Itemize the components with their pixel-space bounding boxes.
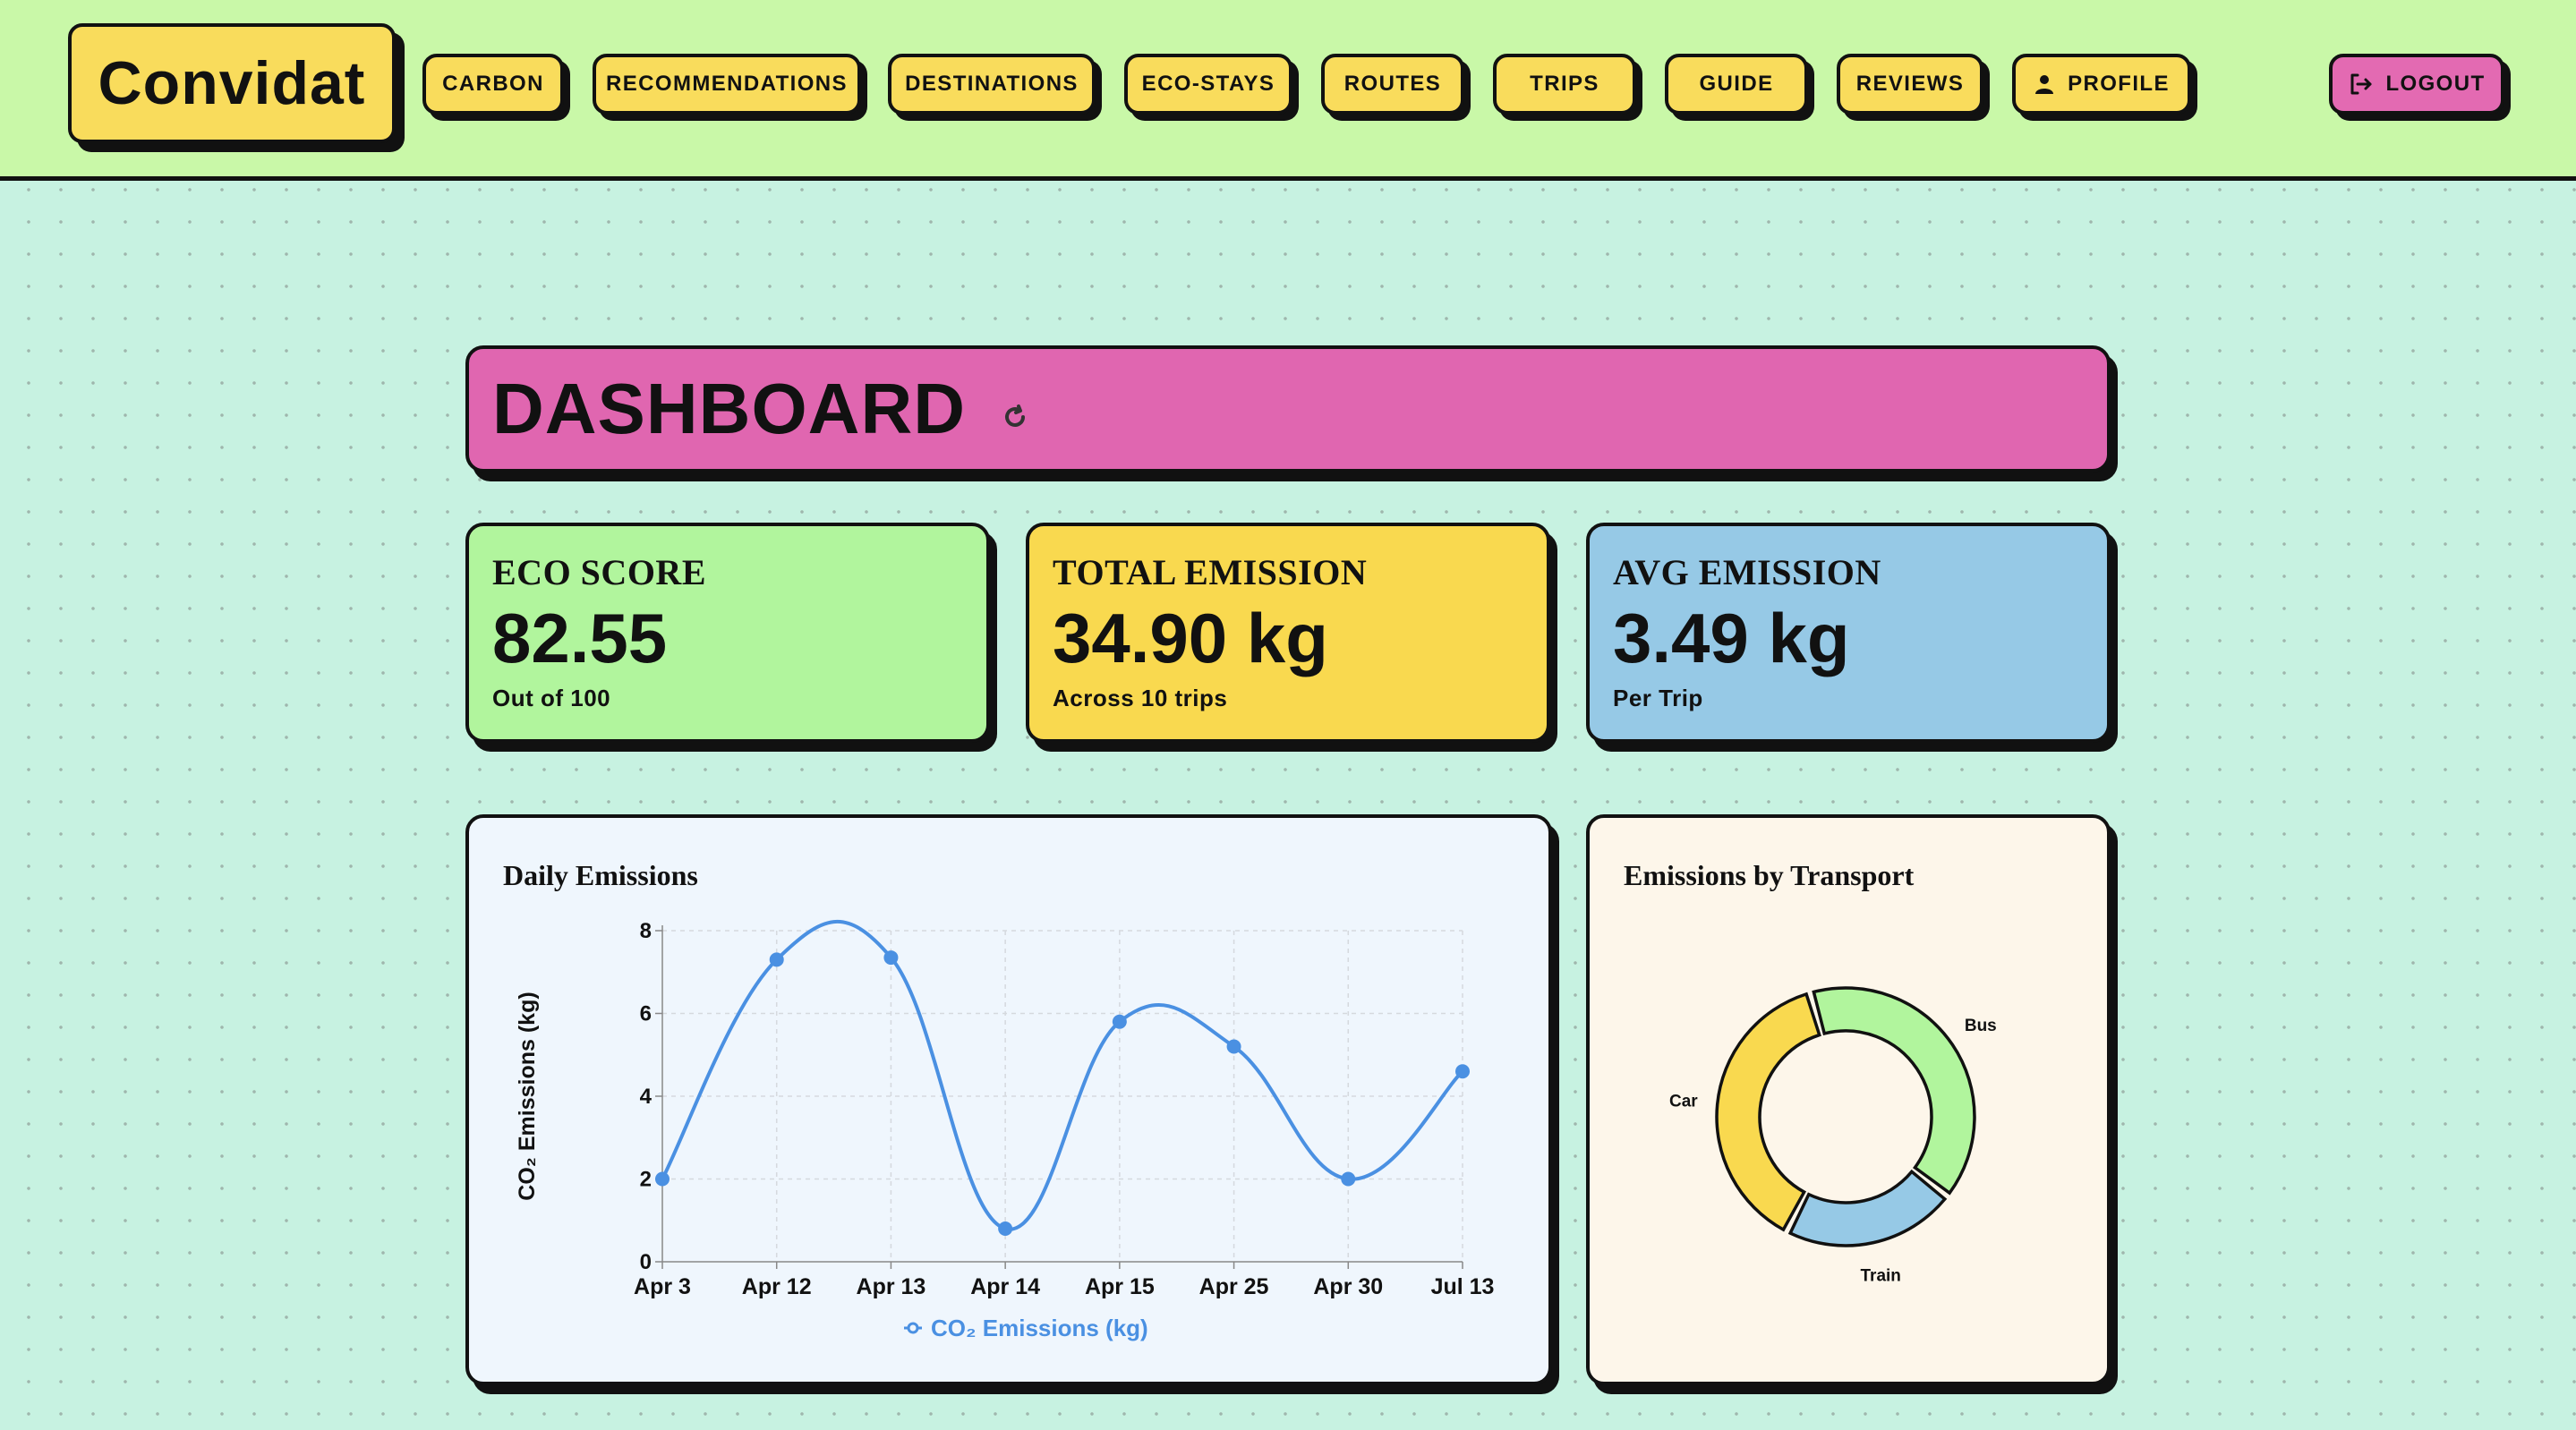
y-tick-label: 6 xyxy=(640,1002,652,1026)
x-tick-label: Apr 13 xyxy=(857,1274,926,1299)
page-title: DASHBOARD xyxy=(492,369,966,448)
y-tick-label: 8 xyxy=(640,919,652,943)
donut-label-car: Car xyxy=(1669,1092,1698,1111)
x-tick-label: Apr 30 xyxy=(1313,1274,1383,1299)
transport-emissions-chart: Bus Train Car xyxy=(1669,986,1997,1286)
x-tick-label: Apr 12 xyxy=(742,1274,812,1299)
nav-reviews-button[interactable]: REVIEWS xyxy=(1837,54,1983,115)
total-emission-value: 34.90 kg xyxy=(1053,599,1328,677)
nav-carbon-button[interactable]: CARBON xyxy=(422,54,564,115)
refresh-icon[interactable] xyxy=(1002,404,1028,430)
total-emission-label: TOTAL EMISSION xyxy=(1053,552,1368,592)
nav-carbon-label: CARBON xyxy=(442,72,544,96)
emissions-data-point xyxy=(655,1171,670,1187)
dashboard-banner: DASHBOARD xyxy=(465,345,2111,472)
nav-guide-label: GUIDE xyxy=(1699,72,1774,96)
emissions-data-point xyxy=(1341,1171,1356,1187)
nav-profile-label: PROFILE xyxy=(2068,72,2170,96)
y-tick-label: 0 xyxy=(640,1250,652,1274)
nav-eco-stays-label: ECO-STAYS xyxy=(1141,72,1275,96)
y-tick-label: 2 xyxy=(640,1168,652,1192)
emissions-data-point xyxy=(1226,1039,1241,1054)
eco-score-card: ECO SCORE 82.55 Out of 100 xyxy=(465,523,990,743)
nav-reviews-label: REVIEWS xyxy=(1855,72,1965,96)
x-tick-label: Apr 14 xyxy=(970,1274,1040,1299)
nav-recommendations-label: RECOMMENDATIONS xyxy=(606,72,848,96)
legend-point-swatch xyxy=(907,1322,919,1334)
donut-label-bus: Bus xyxy=(1965,1017,1997,1035)
nav-guide-button[interactable]: GUIDE xyxy=(1665,54,1808,115)
avg-emission-value: 3.49 kg xyxy=(1613,599,1850,677)
x-tick-label: Apr 15 xyxy=(1085,1274,1155,1299)
nav-trips-label: TRIPS xyxy=(1530,72,1599,96)
logout-button[interactable]: LOGOUT xyxy=(2329,54,2504,115)
x-tick-label: Jul 13 xyxy=(1431,1274,1495,1299)
emissions-data-point xyxy=(1455,1064,1470,1079)
nav-trips-button[interactable]: TRIPS xyxy=(1493,54,1636,115)
y-tick-label: 4 xyxy=(640,1085,653,1109)
x-tick-label: Apr 25 xyxy=(1199,1274,1269,1299)
top-navbar: Convidat CARBON RECOMMENDATIONS DESTINAT… xyxy=(0,0,2576,181)
nav-destinations-label: DESTINATIONS xyxy=(905,72,1079,96)
nav-eco-stays-button[interactable]: ECO-STAYS xyxy=(1124,54,1292,115)
total-emission-sub: Across 10 trips xyxy=(1053,685,1228,711)
donut-slice-bus xyxy=(1812,986,1976,1196)
donut-label-train: Train xyxy=(1861,1267,1901,1286)
nav-routes-button[interactable]: ROUTES xyxy=(1321,54,1464,115)
emissions-data-point xyxy=(883,950,899,966)
transport-emissions-panel: Emissions by Transport Bus Train Car xyxy=(1586,814,2111,1385)
y-axis-label: CO₂ Emissions (kg) xyxy=(515,992,540,1200)
daily-emissions-panel: Daily Emissions 0 2 4 6 8 Apr 3 Apr 12 Apr 13 Ap… xyxy=(465,814,1552,1385)
nav-destinations-button[interactable]: DESTINATIONS xyxy=(888,54,1096,115)
logout-icon xyxy=(2348,72,2373,97)
daily-emissions-chart: 0 2 4 6 8 Apr 3 Apr 12 Apr 13 Apr 14 Apr 15 Apr 25… xyxy=(515,919,1495,1341)
legend-label: CO₂ Emissions (kg) xyxy=(931,1315,1148,1341)
nav-routes-label: ROUTES xyxy=(1343,72,1442,96)
total-emission-card: TOTAL EMISSION 34.90 kg Across 10 trips xyxy=(1026,523,1550,743)
emissions-data-point xyxy=(998,1221,1013,1236)
eco-score-value: 82.55 xyxy=(492,599,668,677)
x-tick-label: Apr 3 xyxy=(634,1274,691,1299)
user-icon xyxy=(2034,73,2055,95)
nav-profile-button[interactable]: PROFILE xyxy=(2012,54,2191,115)
emissions-data-point xyxy=(769,952,784,967)
logout-label: LOGOUT xyxy=(2385,72,2486,96)
avg-emission-card: AVG EMISSION 3.49 kg Per Trip xyxy=(1586,523,2111,743)
eco-score-sub: Out of 100 xyxy=(492,685,611,711)
app-logo[interactable]: Convidat xyxy=(68,23,396,143)
emissions-data-point xyxy=(1112,1014,1127,1029)
eco-score-label: ECO SCORE xyxy=(492,552,706,592)
donut-slice-car xyxy=(1715,992,1821,1232)
nav-recommendations-button[interactable]: RECOMMENDATIONS xyxy=(593,54,861,115)
donut-slice-train xyxy=(1787,1169,1948,1247)
avg-emission-sub: Per Trip xyxy=(1613,685,1703,711)
avg-emission-label: AVG EMISSION xyxy=(1613,552,1881,592)
